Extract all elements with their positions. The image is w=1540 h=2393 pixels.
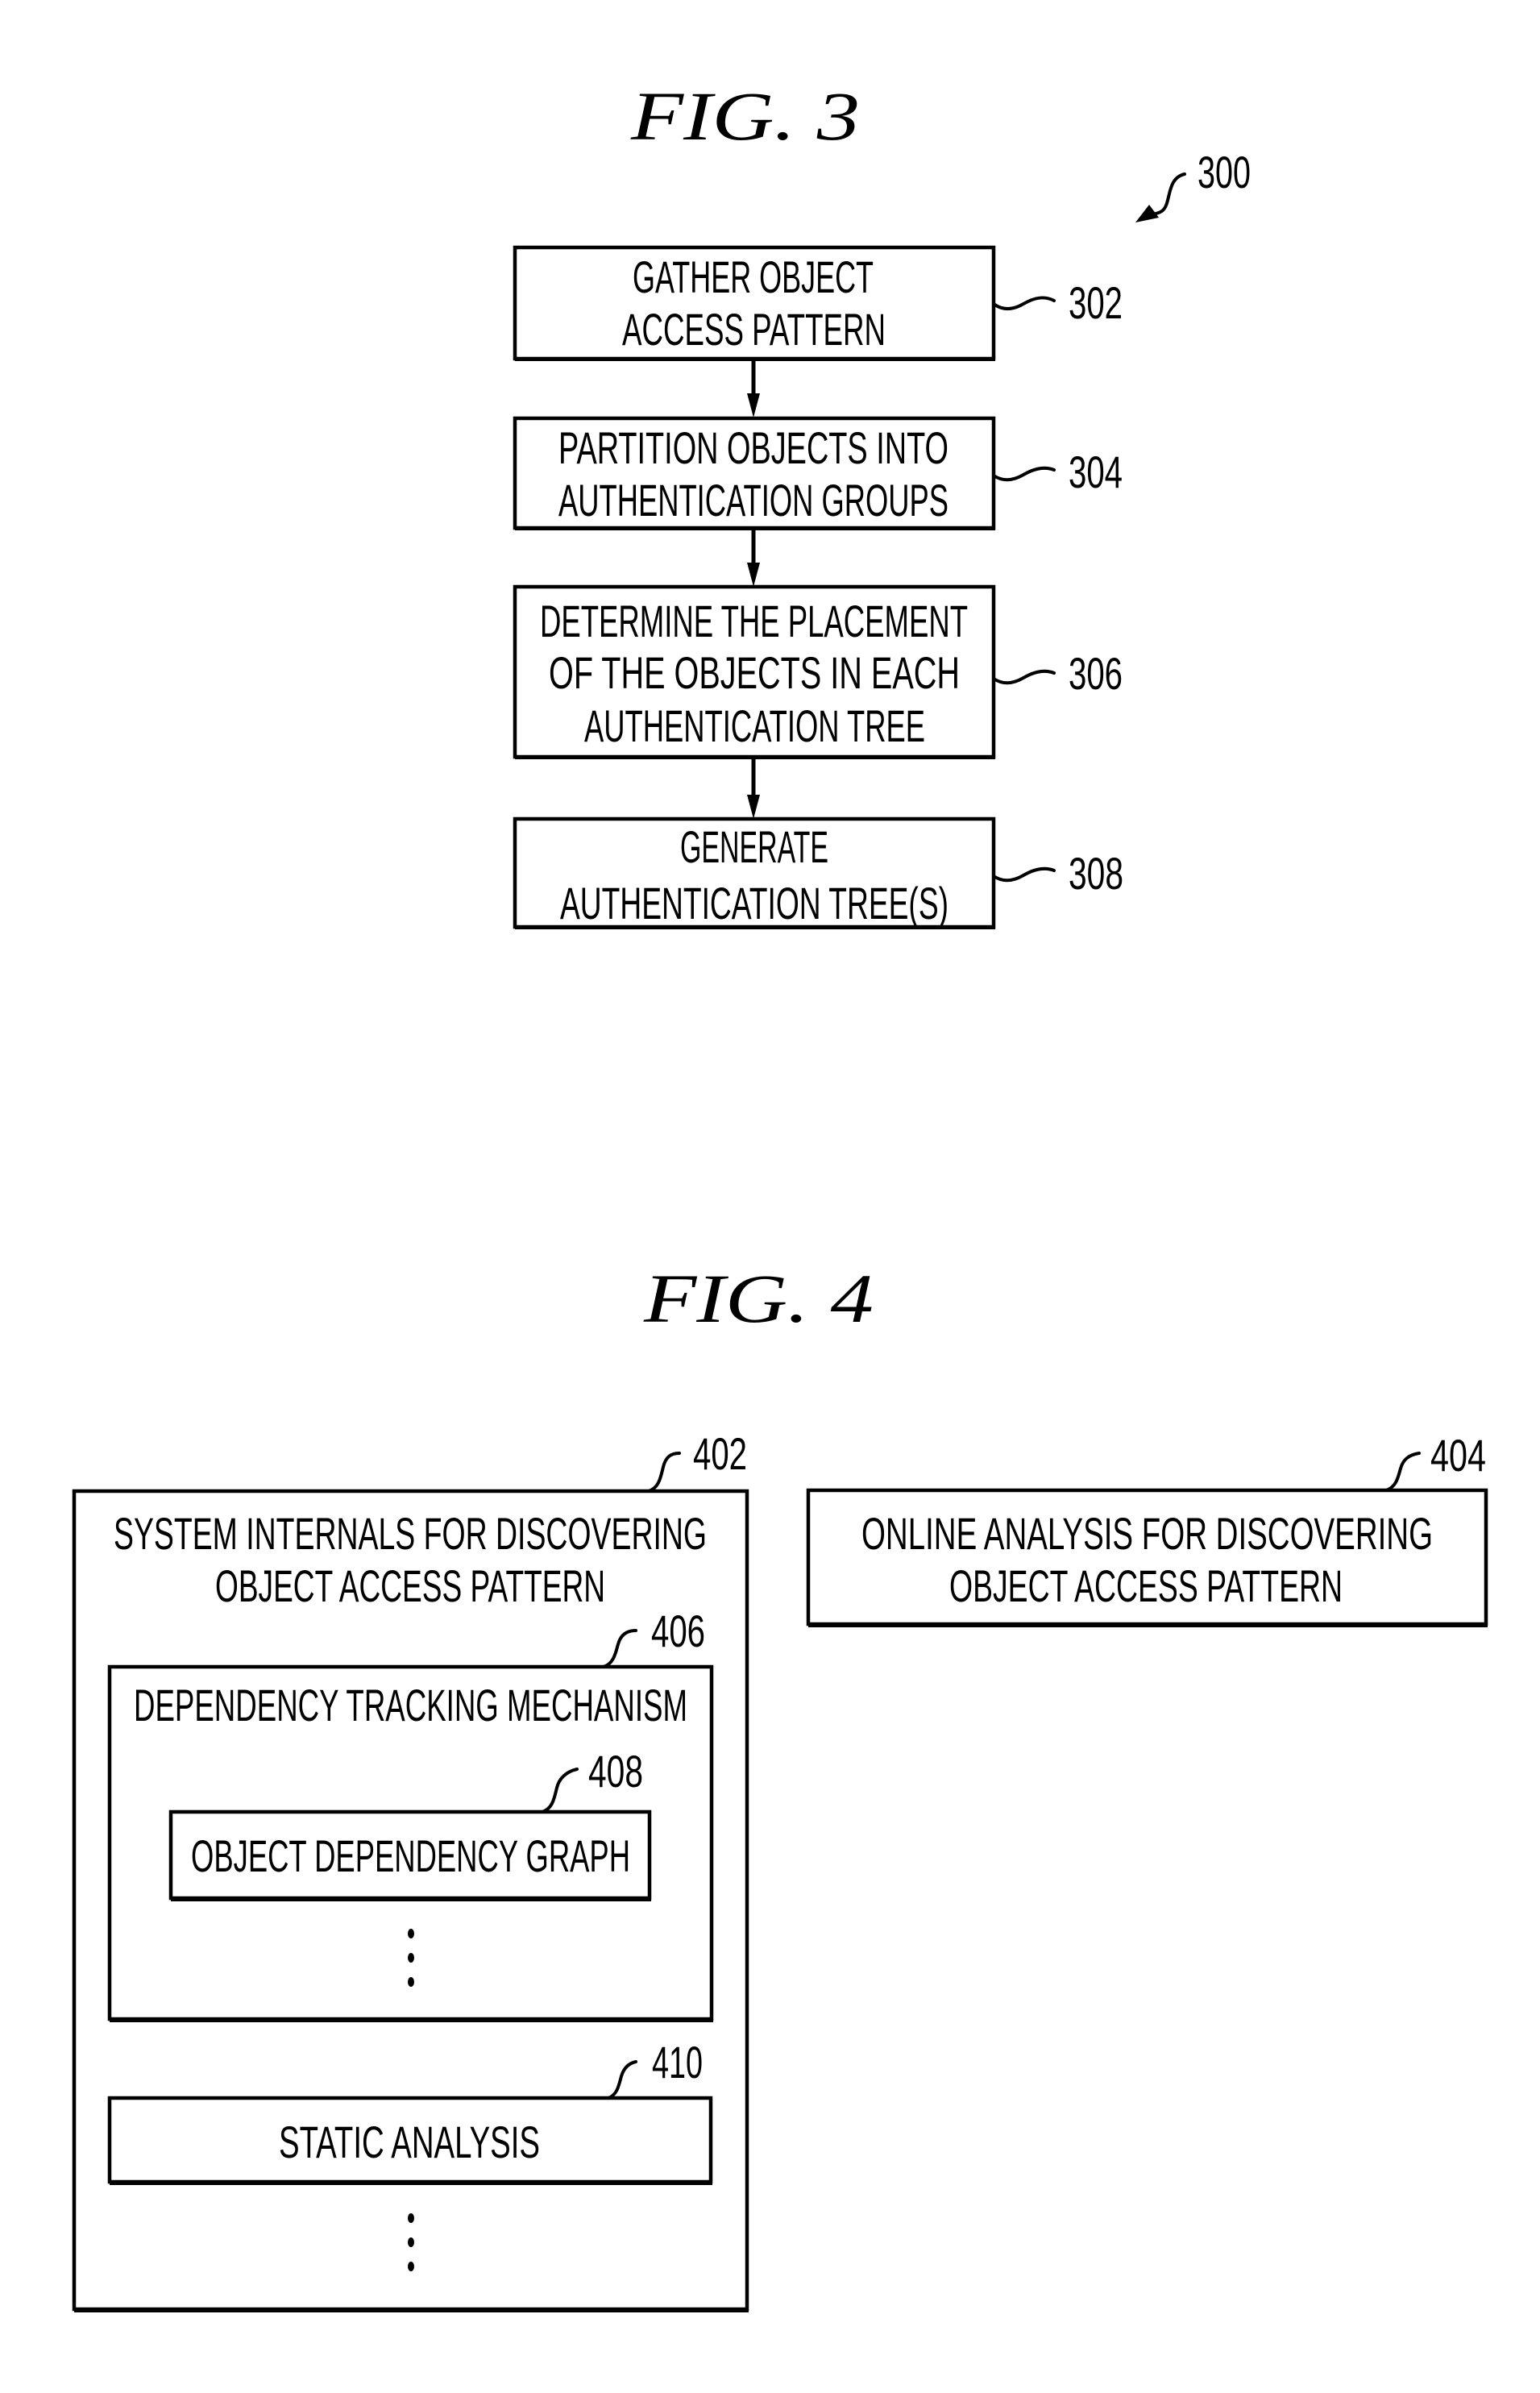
reference-number-306: 306	[1069, 648, 1123, 699]
flow-step-text-line: GATHER OBJECT	[633, 251, 874, 302]
flow-step-text-line: ACCESS PATTERN	[622, 304, 886, 355]
arrow-down-icon	[747, 393, 760, 418]
object-dependency-graph-label: OBJECT DEPENDENCY GRAPH	[191, 1830, 630, 1881]
reference-number-406: 406	[651, 1606, 705, 1656]
ellipsis-dot	[408, 1929, 414, 1938]
dependency-tracking-block-406: 406 DEPENDENCY TRACKING MECHANISM 408 OB…	[107, 1606, 714, 2022]
reference-leader-308	[992, 866, 1056, 883]
reference-number-408: 408	[588, 1746, 643, 1797]
flow-arrow	[747, 530, 760, 587]
reference-number-402: 402	[693, 1428, 747, 1479]
reference-leader-304	[992, 466, 1056, 482]
online-analysis-text-line: ONLINE ANALYSIS FOR DISCOVERING	[861, 1508, 1433, 1559]
reference-number-410: 410	[652, 2037, 703, 2088]
ellipsis-dot	[408, 1953, 414, 1963]
flow-step-text-line: AUTHENTICATION TREE(S)	[560, 878, 948, 929]
ellipsis-dot	[408, 2237, 414, 2247]
patent-drawing-sheet: FIG. 3 300 GATHER OBJECT ACCESS PATTERN …	[72, 77, 1488, 2312]
flow-step-text-line: AUTHENTICATION TREE	[584, 700, 925, 751]
flow-step-306: DETERMINE THE PLACEMENT OF THE OBJECTS I…	[513, 584, 1123, 759]
flow-step-304: PARTITION OBJECTS INTO AUTHENTICATION GR…	[513, 416, 1123, 530]
figure-3-reference-arrow	[1151, 172, 1186, 216]
dependency-tracking-label: DEPENDENCY TRACKING MECHANISM	[134, 1680, 687, 1730]
flow-step-text-line: GENERATE	[680, 821, 828, 872]
flow-arrow	[747, 360, 760, 418]
flow-step-text-line: PARTITION OBJECTS INTO	[558, 422, 948, 473]
system-internals-text-line: OBJECT ACCESS PATTERN	[215, 1560, 605, 1611]
flow-step-text-line: DETERMINE THE PLACEMENT	[540, 596, 968, 646]
system-internals-text-line: SYSTEM INTERNALS FOR DISCOVERING	[114, 1508, 707, 1559]
static-analysis-label: STATIC ANALYSIS	[279, 2117, 540, 2167]
reference-leader-302	[992, 296, 1056, 310]
figure-3: FIG. 3 300 GATHER OBJECT ACCESS PATTERN …	[513, 77, 1251, 929]
reference-number-304: 304	[1069, 447, 1123, 497]
flow-step-302: GATHER OBJECT ACCESS PATTERN 302	[513, 245, 1123, 361]
reference-number-302: 302	[1069, 277, 1123, 328]
flow-step-text-line: AUTHENTICATION GROUPS	[558, 475, 948, 526]
flow-step-text-line: OF THE OBJECTS IN EACH	[549, 647, 960, 698]
ellipsis-dot	[408, 1977, 414, 1987]
system-internals-block-402: 402 SYSTEM INTERNALS FOR DISCOVERING OBJ…	[72, 1428, 749, 2312]
ellipsis-dot	[408, 2213, 414, 2223]
flow-arrow	[747, 758, 760, 819]
figure-3-reference-number: 300	[1198, 147, 1251, 197]
reference-leader-404	[1384, 1452, 1421, 1492]
arrow-down-icon	[747, 563, 760, 587]
reference-number-404: 404	[1430, 1430, 1486, 1481]
figure-3-reference-arrowhead-icon	[1135, 205, 1159, 222]
online-analysis-block-404: 404 ONLINE ANALYSIS FOR DISCOVERING OBJE…	[806, 1430, 1488, 1627]
reference-leader-306	[992, 669, 1056, 685]
figure-4: FIG. 4 402 SYSTEM INTERNALS FOR DISCOVER…	[72, 1260, 1488, 2312]
ellipsis-dot	[408, 2262, 414, 2271]
reference-leader-402	[647, 1452, 681, 1493]
figure-4-title: FIG. 4	[643, 1260, 874, 1337]
online-analysis-text-line: OBJECT ACCESS PATTERN	[949, 1560, 1343, 1611]
arrow-down-icon	[747, 795, 760, 819]
reference-number-308: 308	[1069, 848, 1123, 899]
figure-3-title: FIG. 3	[630, 77, 860, 155]
flow-step-308: GENERATE AUTHENTICATION TREE(S) 308	[513, 816, 1123, 929]
